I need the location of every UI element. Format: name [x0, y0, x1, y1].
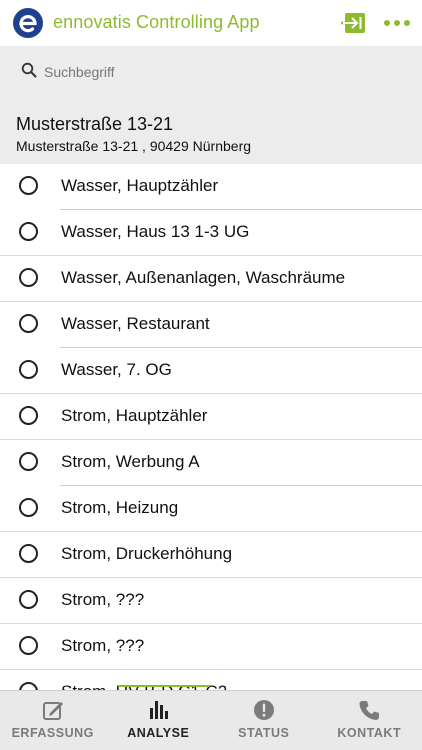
tab-label: STATUS: [238, 726, 290, 740]
radio-button[interactable]: [19, 590, 38, 609]
meter-item[interactable]: Strom, Werbung A: [0, 440, 422, 486]
bottom-tab-bar: ERFASSUNG ANALYSE STATUS KONTAKT: [0, 690, 422, 750]
location-title: Musterstraße 13-21: [16, 114, 174, 134]
more-dots-icon[interactable]: [383, 14, 411, 32]
meter-label: Strom, ???: [61, 636, 145, 655]
app-header: ennovatis Controlling App: [0, 0, 422, 46]
meter-label: Wasser, Restaurant: [61, 314, 210, 333]
bar-chart-icon: [150, 701, 169, 719]
alert-circle-icon: [253, 700, 274, 720]
search-bar: [0, 46, 422, 96]
radio-button[interactable]: [19, 406, 38, 425]
meter-label: Wasser, Hauptzähler: [61, 176, 219, 195]
tab-label: ANALYSE: [127, 726, 190, 740]
meter-item[interactable]: Strom, ???: [0, 578, 422, 624]
meter-item[interactable]: Wasser, Restaurant: [0, 302, 422, 348]
edit-icon: [42, 702, 63, 720]
meter-label: Wasser, 7. OG: [61, 360, 172, 379]
ennovatis-logo-icon: [13, 8, 43, 38]
radio-button[interactable]: [19, 452, 38, 471]
location-address: Musterstraße 13-21 , 90429 Nürnberg: [16, 138, 252, 154]
meter-item[interactable]: Strom, Hauptzähler: [0, 394, 422, 440]
tab-label: ERFASSUNG: [11, 726, 94, 740]
meter-item[interactable]: Strom, UV B-D C1-C2: [0, 670, 422, 690]
tab-label: KONTAKT: [337, 726, 402, 740]
search-area: Musterstraße 13-21 Musterstraße 13-21 , …: [0, 46, 422, 164]
meter-item[interactable]: Wasser, 7. OG: [0, 348, 422, 394]
radio-button[interactable]: [19, 544, 38, 563]
tab-erfassung[interactable]: ERFASSUNG: [0, 691, 106, 750]
meter-list: Wasser, Hauptzähler Wasser, Haus 13 1-3 …: [0, 164, 422, 690]
meter-item[interactable]: Wasser, Haus 13 1-3 UG: [0, 210, 422, 256]
phone-icon: [359, 701, 380, 720]
logout-icon[interactable]: [340, 12, 366, 34]
meter-label: Strom, Werbung A: [61, 452, 200, 471]
radio-button[interactable]: [19, 268, 38, 287]
radio-button[interactable]: [19, 360, 38, 379]
meter-label: Strom, Hauptzähler: [61, 406, 208, 425]
meter-label: Strom, Heizung: [61, 498, 179, 517]
radio-button[interactable]: [19, 636, 38, 655]
meter-label: Wasser, Außenanlagen, Waschräume: [61, 268, 346, 287]
meter-label: Strom, ???: [61, 590, 145, 609]
meter-item[interactable]: Strom, Druckerhöhung: [0, 532, 422, 578]
radio-button[interactable]: [19, 314, 38, 333]
meter-label: Strom, Druckerhöhung: [61, 544, 233, 563]
meter-item[interactable]: Strom, ???: [0, 624, 422, 670]
search-icon: [21, 62, 37, 78]
radio-button[interactable]: [19, 176, 38, 195]
meter-item[interactable]: Wasser, Hauptzähler: [0, 164, 422, 210]
radio-button[interactable]: [19, 498, 38, 517]
radio-button[interactable]: [19, 682, 38, 690]
meter-item[interactable]: Strom, Heizung: [0, 486, 422, 532]
scroll-accent-line: [118, 685, 210, 687]
meter-item[interactable]: Wasser, Außenanlagen, Waschräume: [0, 256, 422, 302]
search-input[interactable]: [42, 58, 406, 86]
tab-kontakt[interactable]: KONTAKT: [317, 691, 422, 750]
tab-analyse[interactable]: ANALYSE: [106, 691, 212, 750]
radio-button[interactable]: [19, 222, 38, 241]
tab-status[interactable]: STATUS: [211, 691, 317, 750]
app-title: ennovatis Controlling App: [53, 12, 260, 32]
meter-label: Wasser, Haus 13 1-3 UG: [61, 222, 250, 241]
